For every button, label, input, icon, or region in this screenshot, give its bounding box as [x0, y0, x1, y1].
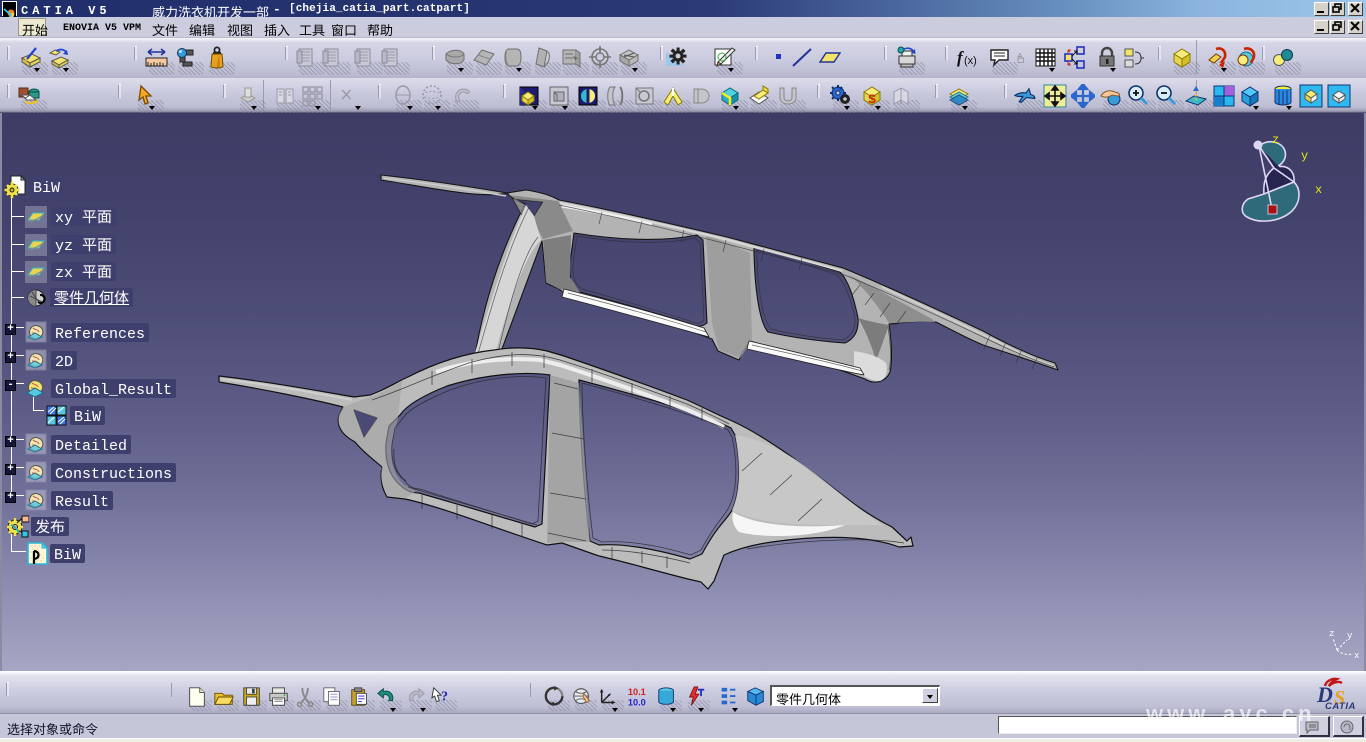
svg-text:x: x [1354, 651, 1359, 661]
svg-text:y: y [1301, 149, 1308, 163]
svg-text:S: S [868, 92, 876, 106]
svg-text:10.1: 10.1 [628, 687, 646, 697]
svg-text:z: z [1272, 133, 1279, 147]
svg-text:x: x [1315, 183, 1322, 197]
svg-text:y: y [1347, 631, 1353, 641]
svg-text:CATIA: CATIA [1325, 701, 1356, 710]
svg-text:?: ? [441, 689, 448, 704]
svg-text:10.0: 10.0 [628, 697, 646, 707]
svg-text:(x): (x) [964, 55, 977, 67]
svg-text:z: z [1329, 629, 1334, 639]
